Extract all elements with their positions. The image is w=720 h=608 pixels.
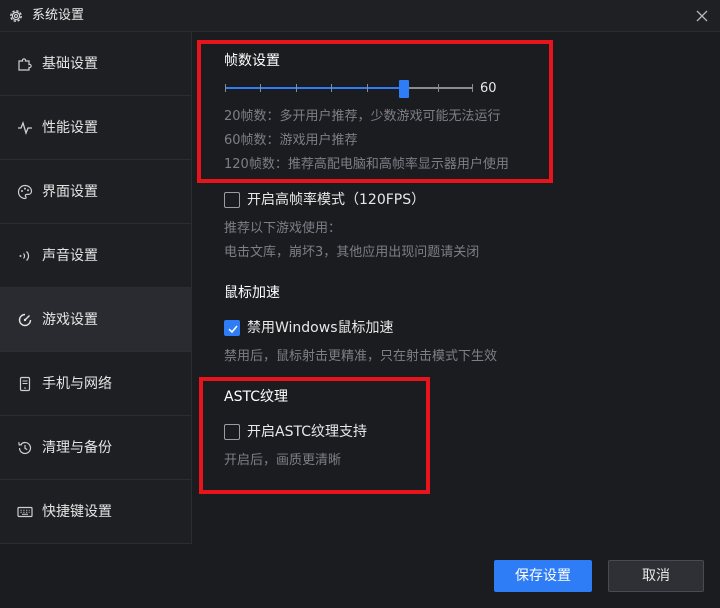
save-button[interactable]: 保存设置 [494, 560, 592, 592]
fps-value: 60 [480, 81, 497, 96]
sidebar-item-label: 性能设置 [42, 120, 98, 136]
high-fps-checkbox[interactable] [224, 192, 240, 208]
close-icon[interactable] [693, 7, 711, 25]
game-icon [18, 313, 32, 327]
pulse-icon [18, 121, 32, 135]
astc-section-title: ASTC纹理 [224, 389, 288, 405]
sidebar-item-label: 游戏设置 [42, 312, 98, 328]
sidebar: 基础设置 性能设置 界面设置 声音设置 游戏设置 手机与网络 清理与备份 快捷键… [0, 32, 192, 544]
sidebar-item-hotkeys[interactable]: 快捷键设置 [0, 480, 192, 544]
backup-clock-icon [18, 441, 32, 455]
sidebar-item-label: 声音设置 [42, 248, 98, 264]
sidebar-item-interface[interactable]: 界面设置 [0, 160, 192, 224]
slider-tick [472, 84, 473, 92]
slider-fill [225, 87, 404, 89]
sidebar-item-label: 快捷键设置 [42, 504, 112, 520]
slider-handle[interactable] [399, 80, 409, 98]
astc-label[interactable]: 开启ASTC纹理支持 [247, 422, 367, 442]
slider-tick [438, 84, 439, 92]
sidebar-item-performance[interactable]: 性能设置 [0, 96, 192, 160]
fps-hint-60: 60帧数：游戏用户推荐 [224, 133, 358, 148]
slider-tick [296, 84, 297, 92]
gear-icon [10, 10, 22, 22]
checkmark-icon [228, 325, 238, 334]
game-settings-panel: 帧数设置 60 20帧数：多开用户推荐，少数游戏可能无法运行 60帧数：游戏用户… [193, 32, 720, 544]
sidebar-item-sound[interactable]: 声音设置 [0, 224, 192, 288]
sound-wave-icon [19, 251, 30, 261]
slider-tick [367, 84, 368, 92]
mouse-section-title: 鼠标加速 [224, 285, 280, 301]
slider-tick [225, 84, 226, 92]
sidebar-item-label: 基础设置 [42, 56, 98, 72]
footer: 保存设置 取消 [0, 544, 720, 608]
keyboard-icon [17, 506, 33, 518]
title-bar: 系统设置 [0, 0, 720, 32]
slider-tick [260, 84, 261, 92]
sidebar-item-phone-network[interactable]: 手机与网络 [0, 352, 192, 416]
high-fps-label[interactable]: 开启高帧率模式（120FPS） [247, 190, 425, 210]
palette-icon [17, 184, 33, 200]
fps-slider[interactable] [225, 80, 473, 98]
window-title: 系统设置 [32, 8, 85, 23]
high-fps-hint: 推荐以下游戏使用： [224, 221, 342, 236]
astc-hint: 开启后，画质更清晰 [224, 453, 342, 468]
fps-hint-120: 120帧数：推荐高配电脑和高帧率显示器用户使用 [224, 157, 509, 172]
sidebar-item-label: 界面设置 [42, 184, 98, 200]
sidebar-item-basic[interactable]: 基础设置 [0, 32, 192, 96]
fps-section-title: 帧数设置 [224, 53, 280, 69]
high-fps-games-hint: 电击文库，崩坏3，其他应用出现问题请关闭 [224, 245, 480, 260]
mouse-accel-checkbox[interactable] [224, 320, 240, 336]
mouse-accel-hint: 禁用后，鼠标射击更精准，只在射击模式下生效 [224, 349, 498, 364]
phone-network-icon [19, 376, 31, 392]
mouse-accel-label[interactable]: 禁用Windows鼠标加速 [247, 318, 394, 338]
astc-checkbox[interactable] [224, 424, 240, 440]
sidebar-item-label: 清理与备份 [42, 440, 112, 456]
sidebar-item-game[interactable]: 游戏设置 [0, 288, 192, 352]
cancel-button[interactable]: 取消 [608, 560, 704, 592]
puzzle-icon [18, 58, 32, 71]
sidebar-item-cleanup-backup[interactable]: 清理与备份 [0, 416, 192, 480]
fps-hint-20: 20帧数：多开用户推荐，少数游戏可能无法运行 [224, 109, 501, 124]
sidebar-item-label: 手机与网络 [42, 376, 112, 392]
slider-tick [331, 84, 332, 92]
